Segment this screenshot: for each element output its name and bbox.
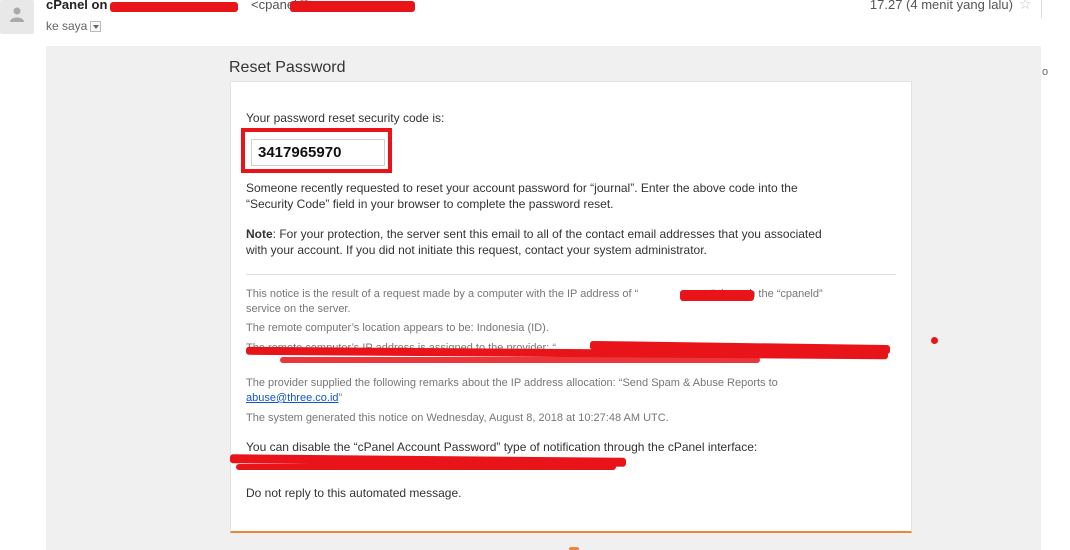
redaction-mark xyxy=(110,2,238,12)
paragraph-line: Someone recently requested to reset your… xyxy=(246,181,798,195)
recipient-line: ke saya xyxy=(46,19,102,33)
note-paragraph: Note: For your protection, the server se… xyxy=(246,226,822,242)
abuse-email-link[interactable]: abuse@three.co.id xyxy=(246,392,339,404)
recipient-label: ke saya xyxy=(46,19,88,33)
notice-line: service on the server. xyxy=(246,303,351,315)
timestamp: 17.27 (4 menit yang lalu) xyxy=(869,0,1013,12)
security-code: 3417965970 xyxy=(258,144,342,161)
redaction-mark xyxy=(280,357,760,363)
intro-text: Your password reset security code is: xyxy=(246,111,445,125)
sender-avatar xyxy=(0,0,34,34)
remarks-line: The provider supplied the following rema… xyxy=(246,377,778,389)
side-fragment: o xyxy=(1042,66,1049,78)
divider xyxy=(1041,0,1042,18)
email-title: Reset Password xyxy=(229,59,346,76)
chevron-down-icon[interactable] xyxy=(90,21,102,32)
note-line: with your account. If you did not initia… xyxy=(246,243,707,257)
note-label: Note xyxy=(246,227,273,241)
redaction-mark xyxy=(236,464,616,470)
person-icon xyxy=(10,7,24,22)
notice-text-a: This notice is the result of a request m… xyxy=(246,288,639,300)
location-line: The remote computer’s location appears t… xyxy=(246,322,549,334)
redaction-mark xyxy=(931,337,938,344)
redaction-mark xyxy=(680,290,754,301)
remarks-end: ” xyxy=(338,392,343,404)
paragraph-line: “Security Code” field in your browser to… xyxy=(246,197,614,211)
noreply-line: Do not reply to this automated message. xyxy=(246,486,462,500)
remarks-line-2: abuse@three.co.id” xyxy=(246,391,342,406)
disable-line: You can disable the “cPanel Account Pass… xyxy=(246,440,758,454)
redaction-mark xyxy=(290,1,415,12)
sender-name: cPanel on xyxy=(46,0,108,12)
generated-line: The system generated this notice on Wedn… xyxy=(246,412,669,424)
star-icon[interactable]: ☆ xyxy=(1019,0,1032,13)
note-text: : For your protection, the server sent t… xyxy=(272,227,822,241)
separator xyxy=(246,274,896,275)
